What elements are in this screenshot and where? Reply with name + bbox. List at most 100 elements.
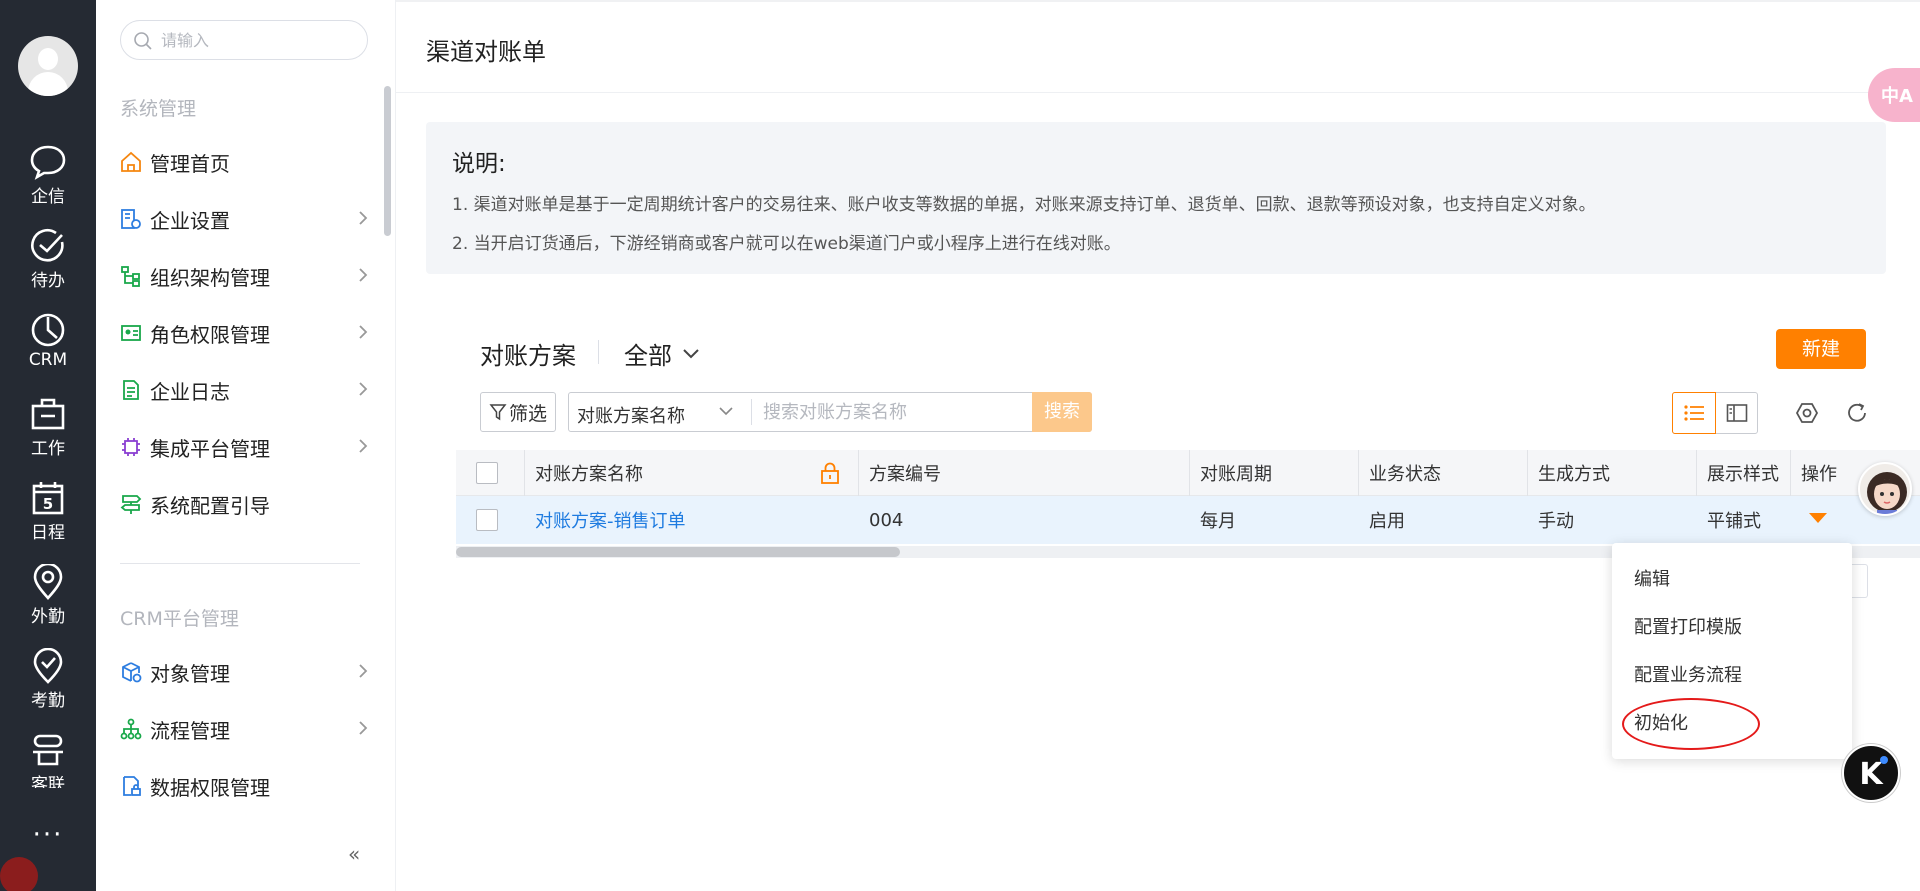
rail-item-contacts[interactable]: 客联 [0,732,96,788]
column-header: 操作 [1801,463,1837,485]
calendar-icon: 5 [32,482,64,515]
row-checkbox[interactable] [476,509,498,531]
scope-filter-dropdown[interactable]: 全部 [624,336,700,371]
rail-item-todo[interactable]: 待办 [0,228,96,308]
action-edit[interactable]: 编辑 [1634,565,1670,591]
translate-button[interactable]: 中A [1868,68,1920,122]
filter-icon [489,404,507,421]
scheme-code: 004 [869,509,904,531]
search-input[interactable] [763,401,1033,423]
rail-more-button[interactable]: ··· [0,820,96,850]
rail-item-work[interactable]: 工作 [0,396,96,476]
chat-icon [30,145,66,180]
cube-settings-icon [122,662,142,683]
menu-item-object-management[interactable]: 对象管理 [120,652,368,692]
chevron-right-icon [359,268,368,282]
menu-item-role-permissions[interactable]: 角色权限管理 [120,313,368,353]
section-title: 对账方案 [480,342,576,370]
column-header[interactable]: 业务状态 [1369,450,1441,495]
location-pin-icon [33,564,63,600]
search-icon [134,32,152,50]
view-toggle [1672,392,1758,434]
menu-item-process-management[interactable]: 流程管理 [120,709,368,749]
id-card-icon [121,325,141,341]
page-title: 渠道对账单 [426,38,546,66]
rail-item-field-work[interactable]: 外勤 [0,564,96,644]
svg-text:5: 5 [43,495,53,513]
chevron-right-icon [359,439,368,453]
rail-label: 日程 [31,523,65,543]
rail-label: 客联 [31,775,65,788]
menu-item-config-guide[interactable]: 系统配置引导 [120,484,368,524]
search-button[interactable]: 搜索 [1032,392,1092,432]
rail-item-attendance[interactable]: 考勤 [0,648,96,728]
split-view-button[interactable] [1717,393,1757,433]
split-view-icon [1726,404,1748,422]
menu-group-title: 系统管理 [120,98,197,120]
refresh-icon[interactable] [1844,400,1870,426]
chevron-right-icon [359,325,368,339]
user-avatar[interactable] [18,36,78,96]
list-view-icon [1684,405,1704,421]
rail-item-messages[interactable]: 企信 [0,144,96,224]
rail-label: CRM [28,350,68,370]
scheme-name-link[interactable]: 对账方案-销售订单 [535,496,686,544]
rail-label: 考勤 [31,691,65,711]
notice-line-1: 1. 渠道对账单是基于一定周期统计客户的交易往来、账户收支等数据的单据，对账来源… [452,195,1596,215]
notice-line-2: 2. 当开启订货通后，下游经销商或客户就可以在web渠道门户或小程序上进行在线对… [452,234,1121,254]
new-button[interactable]: 新建 [1776,329,1866,369]
rail-label: 企信 [31,187,65,207]
home-icon [121,151,141,172]
action-config-business-process[interactable]: 配置业务流程 [1634,661,1742,687]
chevron-right-icon [359,664,368,678]
menu-item-admin-home[interactable]: 管理首页 [120,142,368,182]
action-config-print-template[interactable]: 配置打印模版 [1634,613,1742,639]
menu-item-enterprise-log[interactable]: 企业日志 [120,370,368,410]
briefcase-icon [31,398,65,430]
menu-item-integration-platform[interactable]: 集成平台管理 [120,427,368,467]
settings-icon[interactable] [1794,400,1820,426]
menu-item-data-permissions[interactable]: 数据权限管理 [120,766,368,806]
chevron-right-icon [359,211,368,225]
column-header[interactable]: 生成方式 [1538,450,1610,495]
table-row[interactable]: 对账方案-销售订单 004 每月 启用 手动 平铺式 [456,496,1920,544]
pagination-control[interactable] [1852,564,1868,598]
search-bar: 对账方案名称 搜索 [568,392,1092,432]
business-status: 启用 [1369,511,1405,532]
list-view-button[interactable] [1672,392,1716,434]
menu-collapse-button[interactable]: « [348,842,360,866]
chevron-down-icon [683,348,699,358]
document-icon [123,380,139,400]
column-header[interactable]: 方案编号 [869,450,941,495]
reconcile-cycle: 每月 [1200,511,1236,532]
menu-item-enterprise-settings[interactable]: 企业设置 [120,199,368,239]
column-header[interactable]: 对账周期 [1200,450,1272,495]
assistant-avatar-button[interactable] [1858,462,1912,516]
rail-item-calendar[interactable]: 5 日程 [0,480,96,560]
data-lock-icon [123,776,141,796]
caret-down-icon[interactable] [1808,512,1828,524]
check-circle-icon [31,228,64,262]
rail-item-crm[interactable]: CRM [0,312,96,392]
menu-group-title: CRM平台管理 [120,608,239,630]
status-dot[interactable] [0,857,38,891]
search-field-select[interactable]: 对账方案名称 [577,402,685,428]
chip-icon [122,438,140,456]
filter-button[interactable]: 筛选 [480,392,556,432]
generation-mode: 手动 [1538,511,1574,532]
column-header[interactable]: 对账方案名称 [535,450,643,495]
pie-chart-icon [31,313,65,347]
select-all-checkbox[interactable] [476,461,498,484]
k-assistant-button[interactable]: K [1842,744,1900,802]
menu-divider [120,563,360,564]
table-header: 对账方案名称 方案编号 对账周期 业务状态 生成方式 展示样式 操作 [456,450,1920,496]
translate-icon: 中A [1881,86,1913,107]
lock-icon[interactable] [820,462,840,484]
notice-title: 说明: [452,151,506,177]
menu-item-org-structure[interactable]: 组织架构管理 [120,256,368,296]
column-header[interactable]: 展示样式 [1707,450,1779,495]
menu-scrollbar[interactable] [384,86,391,236]
display-style: 平铺式 [1707,511,1761,532]
org-tree-icon [121,266,140,287]
menu-search-input[interactable] [161,29,351,51]
